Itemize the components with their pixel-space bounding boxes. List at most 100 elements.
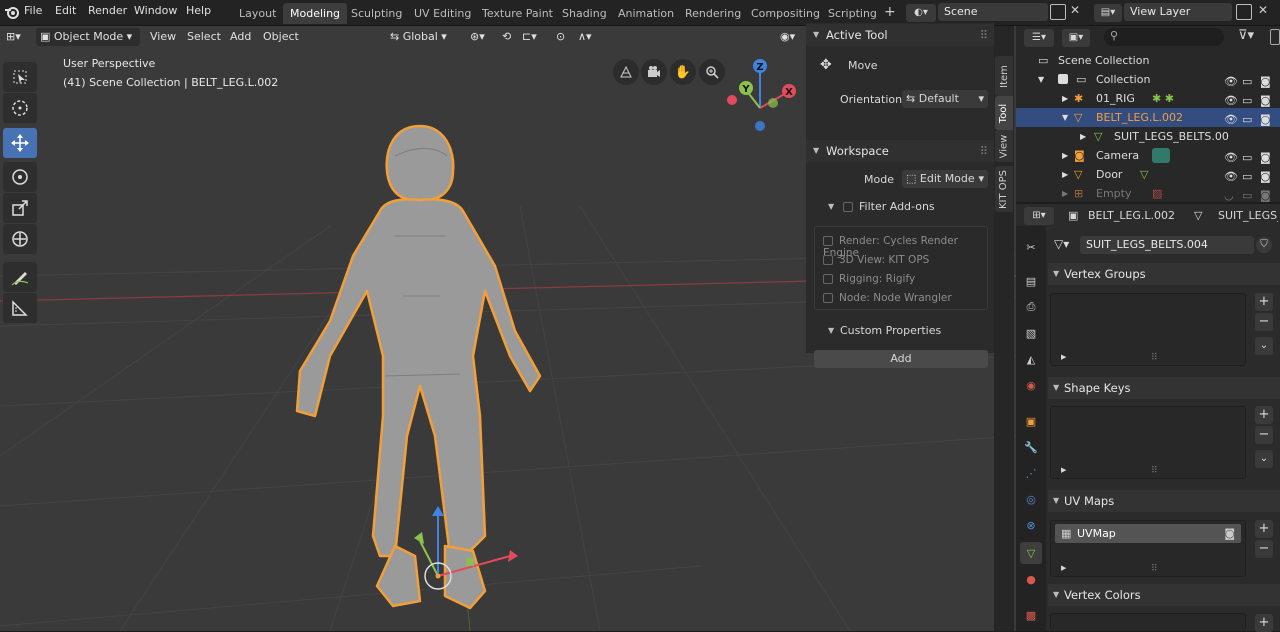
properties-editor-type-icon[interactable]: ⊞▾ (1024, 207, 1054, 225)
tab-layout[interactable]: Layout (232, 3, 283, 24)
remove-vertex-group-icon[interactable]: − (1255, 313, 1273, 331)
add-shape-key-icon[interactable]: + (1255, 406, 1273, 424)
select-box-icon[interactable] (3, 62, 37, 92)
tool-settings-icon[interactable]: ✂ (1020, 236, 1042, 258)
proportional-edit-icon[interactable]: ⊙ (552, 28, 569, 46)
resize-handle-icon[interactable]: ⠿ (1151, 466, 1158, 476)
tab-texture-paint[interactable]: Texture Paint (475, 3, 560, 24)
scene-selector-icon[interactable]: ◐▾ (906, 4, 936, 22)
expand-right-icon[interactable]: ▶ (1061, 564, 1066, 572)
eye-icon[interactable]: 👁 (1224, 72, 1238, 88)
add-uv-map-icon[interactable]: + (1255, 520, 1273, 538)
mode-dropdown[interactable]: ▣ Object Mode ▾ (36, 28, 140, 46)
snap-target-icon[interactable]: ⊏▾ (518, 28, 541, 46)
move-icon[interactable] (3, 128, 37, 158)
remove-shape-key-icon[interactable]: − (1255, 426, 1273, 444)
render-properties-icon[interactable]: ▤ (1020, 270, 1042, 292)
scene-name-field[interactable]: Scene (938, 3, 1048, 21)
display-mode-icon[interactable]: ▣▾ (1062, 29, 1090, 47)
uv-maps-header[interactable]: ▼ UV Maps (1048, 490, 1280, 512)
constraints-properties-icon[interactable]: ⊗ (1020, 514, 1042, 536)
menu-object[interactable]: Object (259, 28, 303, 46)
filter-expand-icon[interactable]: ▼ (828, 202, 834, 211)
output-properties-icon[interactable]: ⎙ (1020, 296, 1042, 318)
checkbox[interactable] (823, 274, 833, 284)
monitor-icon[interactable]: ▭ (1242, 91, 1256, 107)
expand-right-icon[interactable]: ▶ (1062, 146, 1068, 165)
uv-maps-list[interactable]: ▦ UVMap ◙ ▶ ⠿ (1050, 520, 1246, 577)
render-camera-icon[interactable]: ◙ (1224, 524, 1235, 543)
tab-shading[interactable]: Shading (555, 3, 614, 24)
particles-properties-icon[interactable]: ⋰ (1020, 462, 1042, 484)
tab-scripting[interactable]: Scripting (821, 3, 884, 24)
camera-render-icon[interactable]: ◙ (1260, 91, 1274, 107)
orientation-dropdown[interactable]: ⇆ Default ▾ (902, 90, 988, 108)
outliner-row-belt-leg[interactable]: ▼ ▽ BELT_LEG.L.002 👁 ▭ ◙ (1016, 108, 1280, 127)
shape-keys-header[interactable]: ▼ Shape Keys (1048, 377, 1280, 399)
expand-right-icon[interactable]: ▶ (1061, 353, 1066, 361)
shape-key-menu-icon[interactable]: ⌄ (1255, 450, 1273, 468)
custom-props-expand-icon[interactable]: ▼ (828, 326, 834, 335)
axis-navigation-gizmo[interactable]: Z X Y (722, 56, 798, 132)
world-properties-icon[interactable]: ◉ (1020, 374, 1042, 396)
addon-item[interactable]: 3D View: KIT OPS (823, 254, 929, 266)
resize-handle-icon[interactable]: ⠿ (1151, 353, 1158, 363)
view-layer-icon[interactable]: ▤▾ (1094, 4, 1122, 22)
tab-view[interactable]: View (995, 130, 1013, 162)
eye-closed-icon[interactable]: ◡ (1224, 186, 1238, 202)
texture-properties-icon[interactable]: ▩ (1020, 604, 1042, 626)
new-view-layer-icon[interactable] (1236, 4, 1252, 20)
toggle-camera-grid-icon[interactable] (613, 59, 639, 85)
cursor-icon[interactable] (3, 93, 37, 123)
camera-render-icon[interactable]: ◙ (1260, 110, 1274, 126)
menu-add[interactable]: Add (226, 28, 255, 46)
checkbox[interactable] (823, 293, 833, 303)
add-workspace-icon[interactable]: + (884, 4, 896, 20)
tab-animation[interactable]: Animation (611, 3, 681, 24)
tab-tool[interactable]: Tool (995, 96, 1013, 130)
checkbox[interactable] (843, 202, 853, 212)
rotate-icon[interactable] (3, 162, 37, 192)
expand-right-icon[interactable]: ▶ (1062, 184, 1068, 203)
vertex-group-menu-icon[interactable]: ⌄ (1255, 337, 1273, 355)
view-layer-properties-icon[interactable]: ▧ (1020, 322, 1042, 344)
tab-sculpting[interactable]: Sculpting (344, 3, 409, 24)
add-property-button[interactable]: Add (814, 350, 988, 368)
addon-item[interactable]: Node: Node Wrangler (823, 292, 952, 304)
monitor-icon[interactable]: ▭ (1242, 167, 1256, 183)
menu-select[interactable]: Select (183, 28, 225, 46)
falloff-icon[interactable]: ∧▾ (574, 28, 596, 46)
menu-view[interactable]: View (146, 28, 180, 46)
fake-user-shield-icon[interactable]: ⛉ (1256, 237, 1272, 253)
expand-down-icon[interactable]: ▼ (1038, 70, 1044, 89)
camera-render-icon[interactable]: ◙ (1260, 148, 1274, 164)
blender-logo-icon[interactable] (4, 4, 20, 20)
new-scene-icon[interactable] (1050, 4, 1066, 20)
scene-properties-icon[interactable]: ◭ (1020, 348, 1042, 370)
drag-handle-icon[interactable]: ⠿ (980, 24, 988, 46)
camera-render-icon[interactable]: ◙ (1260, 72, 1274, 88)
delete-scene-icon[interactable]: ✕ (1070, 3, 1080, 17)
menu-file[interactable]: File (24, 4, 42, 17)
expand-right-icon[interactable]: ▶ (1062, 89, 1068, 108)
menu-help[interactable]: Help (186, 4, 211, 17)
tab-kit-ops[interactable]: KIT OPS (995, 166, 1013, 212)
vertex-colors-header[interactable]: ▼ Vertex Colors (1048, 584, 1280, 606)
orientation-dropdown[interactable]: ⇆ Global ▾ (386, 28, 451, 46)
camera-render-icon[interactable]: ◙ (1260, 186, 1274, 202)
tab-rendering[interactable]: Rendering (678, 3, 748, 24)
tab-compositing[interactable]: Compositing (744, 3, 827, 24)
eye-icon[interactable]: 👁 (1224, 110, 1238, 126)
outliner-row-door[interactable]: ▶ ▽ Door ▽ 👁 ▭ ◙ (1016, 165, 1280, 184)
add-vertex-group-icon[interactable]: + (1255, 293, 1273, 311)
workspace-header[interactable]: ▼ Workspace ⠿ (806, 140, 994, 162)
breadcrumb-mesh[interactable]: SUIT_LEGS_BE (1218, 209, 1278, 222)
outliner-row-camera[interactable]: ▶ ◙ Camera 👁 ▭ ◙ (1016, 146, 1280, 165)
tab-uv-editing[interactable]: UV Editing (407, 3, 478, 24)
expand-down-icon[interactable]: ▼ (1062, 108, 1068, 127)
modifier-properties-icon[interactable]: 🔧 (1020, 436, 1042, 458)
measure-icon[interactable] (3, 293, 37, 323)
workspace-mode-dropdown[interactable]: ⬚ Edit Mode ▾ (902, 170, 988, 188)
outliner-search-input[interactable]: ⚲ (1104, 28, 1224, 46)
tab-modeling[interactable]: Modeling (283, 3, 348, 24)
